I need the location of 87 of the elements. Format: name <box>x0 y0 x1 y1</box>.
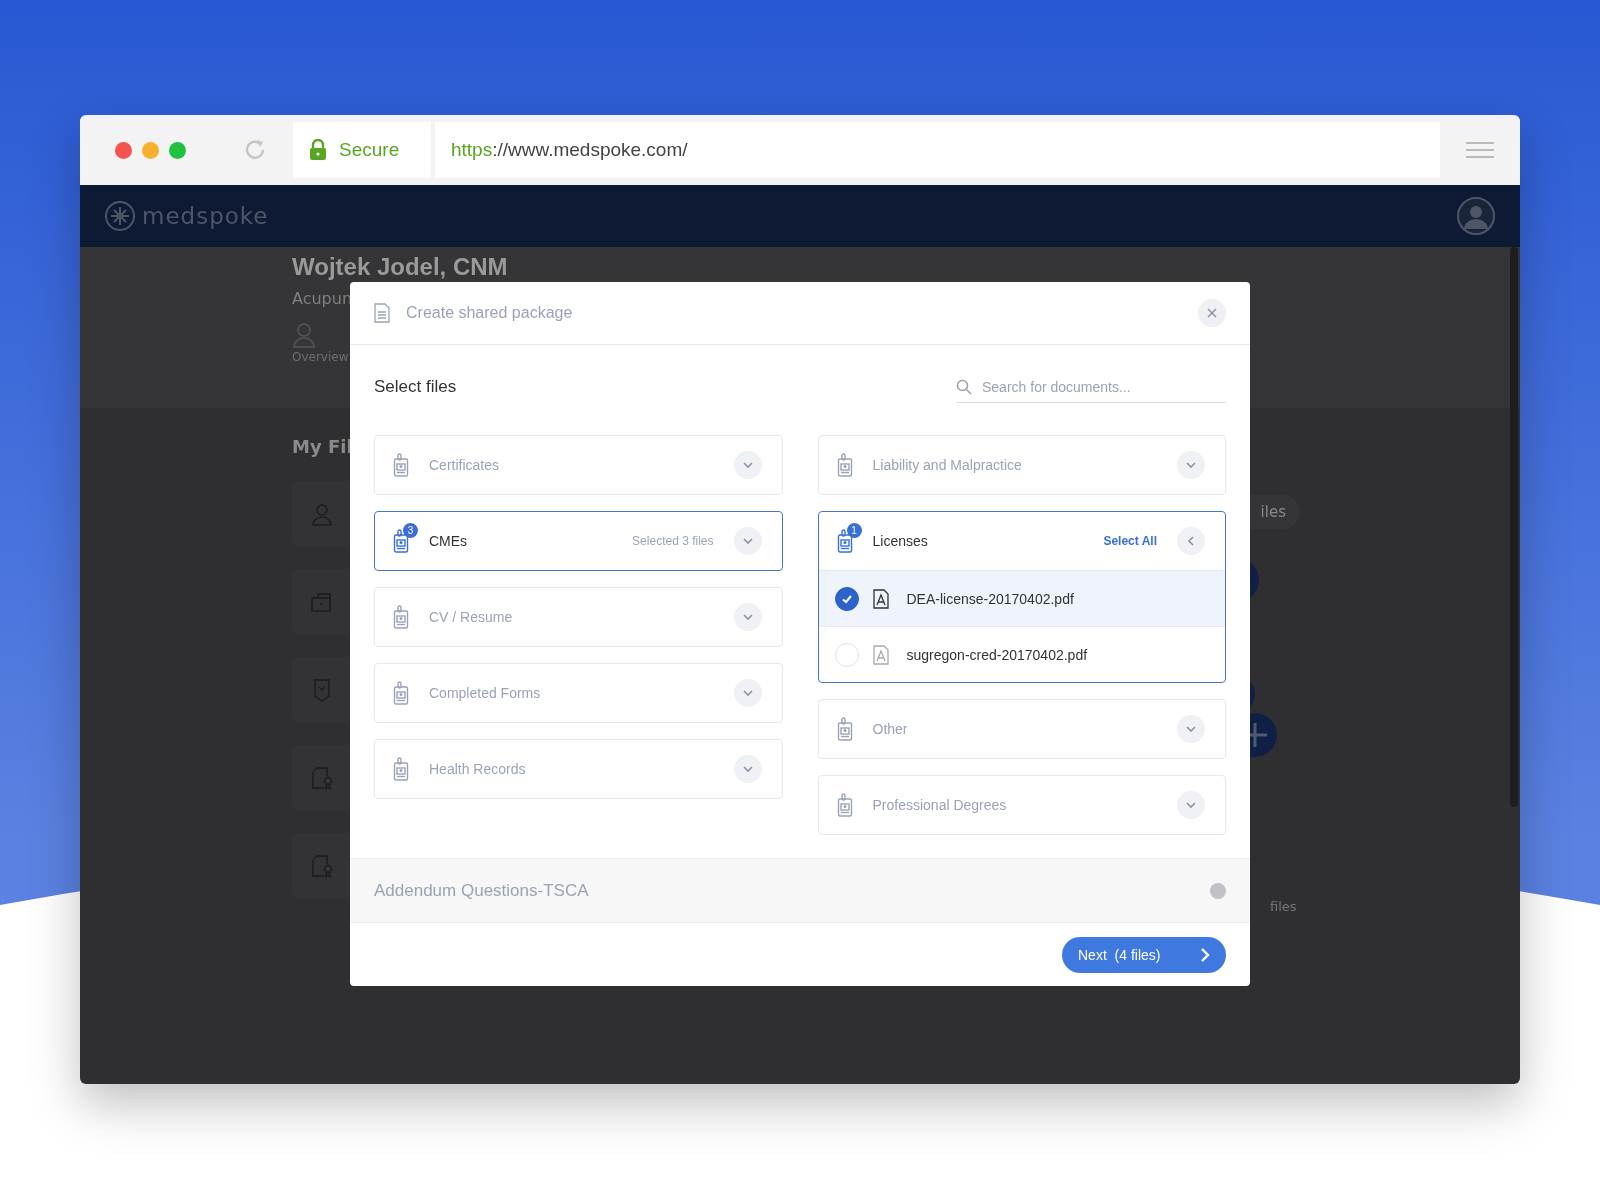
count-badge: 1 <box>846 523 862 538</box>
chevron-button[interactable] <box>1177 791 1205 819</box>
id-badge-icon <box>836 717 853 741</box>
chevron-button[interactable] <box>733 603 762 631</box>
status-dot[interactable] <box>1210 882 1226 899</box>
close-icon <box>1207 308 1217 318</box>
chevron-down-icon <box>741 763 754 775</box>
chevron-button[interactable] <box>733 679 762 707</box>
overview-tab[interactable]: Overview <box>292 350 349 364</box>
category-label: Liability and Malpractice <box>872 457 1023 473</box>
category-label: Certificates <box>429 457 501 473</box>
minimize-window-button[interactable] <box>142 141 159 159</box>
scrollbar[interactable] <box>1510 247 1518 807</box>
file-name: DEA-license-20170402.pdf <box>906 590 1074 607</box>
category-label: CMEs <box>429 533 469 549</box>
chevron-down-icon <box>1185 799 1197 811</box>
chevron-down-icon <box>741 459 754 471</box>
category-label: Professional Degrees <box>872 797 1008 813</box>
category-label: Health Records <box>429 761 527 777</box>
pdf-file-icon <box>872 644 889 665</box>
category-card[interactable]: Certificates <box>374 435 783 495</box>
category-label: Other <box>872 721 909 737</box>
select-all-link[interactable]: Select All <box>1103 534 1157 548</box>
search-icon <box>956 378 972 395</box>
maximize-window-button[interactable] <box>169 141 186 159</box>
chevron-down-icon <box>741 687 754 699</box>
chevron-button[interactable] <box>1177 715 1205 743</box>
category-card[interactable]: Professional Degrees <box>817 775 1226 835</box>
chevron-down-icon <box>1185 723 1197 735</box>
category-card[interactable]: Health Records <box>374 739 783 799</box>
secure-label: Secure <box>339 139 400 161</box>
lock-icon <box>309 139 327 161</box>
chevron-button[interactable] <box>1177 527 1205 555</box>
close-window-button[interactable] <box>115 141 132 159</box>
chevron-button[interactable] <box>1177 451 1205 479</box>
category-card[interactable]: 3 CMEs Selected 3 files <box>374 511 783 571</box>
id-badge-icon <box>393 529 409 553</box>
chevron-left-icon <box>1185 535 1197 547</box>
profile-name: Wojtek Jodel, CNM <box>292 253 508 281</box>
chevron-down-icon <box>741 535 754 547</box>
id-badge-icon <box>393 605 409 629</box>
dialog-title: Create shared package <box>406 304 574 322</box>
file-name: sugregon-cred-20170402.pdf <box>906 646 1088 663</box>
count-badge: 3 <box>403 523 418 538</box>
pdf-file-icon <box>872 588 889 609</box>
certificate-icon <box>310 766 334 790</box>
close-button[interactable] <box>1198 299 1226 327</box>
chevron-button[interactable] <box>733 755 762 783</box>
logo-text: medspoke <box>142 203 270 229</box>
id-badge-icon <box>836 453 853 477</box>
select-checkbox[interactable] <box>834 586 859 611</box>
chevron-button[interactable] <box>733 527 762 555</box>
id-badge-icon <box>393 757 409 781</box>
chevron-down-icon <box>1185 459 1197 471</box>
package-label: Addendum Questions-TSCA <box>374 880 589 901</box>
briefcase-icon <box>310 590 334 614</box>
file-row[interactable]: sugregon-cred-20170402.pdf <box>818 626 1225 682</box>
category-card[interactable]: Liability and Malpractice <box>817 435 1226 495</box>
address-bar[interactable]: https://www.medspoke.com/ <box>435 122 1440 178</box>
id-badge-icon <box>836 529 853 553</box>
person-icon <box>310 502 334 526</box>
id-badge-icon <box>393 453 409 477</box>
package-item[interactable]: Addendum Questions-TSCA <box>350 858 1250 923</box>
chevron-down-icon <box>741 611 754 623</box>
category-label: CV / Resume <box>429 609 514 625</box>
profile-subtitle: Acupun <box>292 289 353 308</box>
document-icon <box>374 303 390 323</box>
file-row[interactable]: DEA-license-20170402.pdf <box>818 570 1225 626</box>
section-heading: Select files <box>374 377 457 397</box>
category-card[interactable]: CV / Resume <box>374 587 783 647</box>
logo-icon <box>104 200 136 232</box>
person-icon <box>292 322 316 348</box>
selection-note: Selected 3 files <box>632 534 714 548</box>
next-button[interactable]: Next (4 files) <box>1062 936 1226 973</box>
chevron-button[interactable] <box>733 451 762 479</box>
files-note: files <box>1270 899 1298 914</box>
category-card[interactable]: Completed Forms <box>374 663 783 723</box>
menu-icon[interactable] <box>1466 140 1494 160</box>
id-badge-icon <box>836 793 853 817</box>
category-card[interactable]: 1 Licenses Select All DEA-license-20170402.pdf sugregon-cred-20170402.pdf <box>817 511 1226 683</box>
chevron-right-icon <box>1200 946 1210 963</box>
category-label: Licenses <box>872 533 929 549</box>
certificate-icon <box>310 854 334 878</box>
id-badge-icon <box>393 681 409 705</box>
category-label: Completed Forms <box>429 685 542 701</box>
category-card[interactable]: Other <box>817 699 1226 759</box>
avatar-icon[interactable] <box>1456 196 1496 236</box>
